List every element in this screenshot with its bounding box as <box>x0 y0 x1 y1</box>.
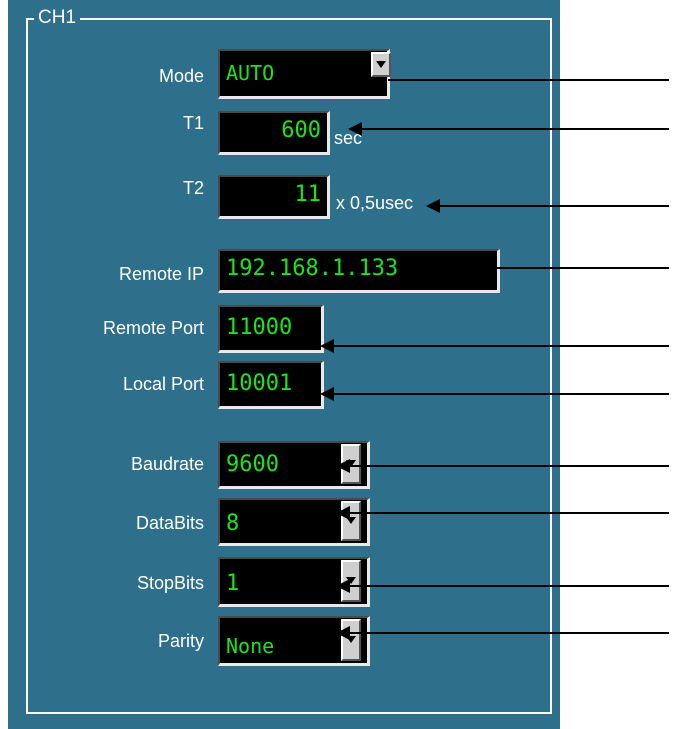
arrowhead-icon <box>336 626 350 640</box>
callout-line-baudrate <box>336 459 669 473</box>
arrowhead-icon <box>320 387 334 401</box>
arrowhead-icon <box>336 459 350 473</box>
arrowhead-icon <box>426 199 440 213</box>
channel-panel: CH1 Mode AUTO T1 600 sec T2 11 x 0,5usec… <box>8 0 560 729</box>
t1-field[interactable]: 600 <box>218 111 330 155</box>
t2-label: T2 <box>182 178 204 198</box>
callout-line-databits <box>336 506 669 520</box>
callout-line-local-port <box>320 387 669 401</box>
stopbits-label: StopBits <box>136 573 204 593</box>
group-title: CH1 <box>34 6 81 30</box>
callout-line-t1 <box>348 122 669 136</box>
t2-field[interactable]: 11 <box>218 175 330 219</box>
arrowhead-icon <box>348 122 362 136</box>
arrowhead-icon <box>336 579 350 593</box>
baudrate-label: Baudrate <box>130 454 204 474</box>
callout-line-remote-port <box>320 339 669 353</box>
callout-line-stopbits <box>336 579 669 593</box>
callout-line-parity <box>336 626 669 640</box>
parity-label: Parity <box>157 631 204 651</box>
callout-line-remote-ip <box>492 267 669 269</box>
t1-label: T1 <box>182 113 204 133</box>
local-port-field[interactable]: 10001 <box>218 361 324 409</box>
databits-label: DataBits <box>135 513 204 533</box>
remote-port-field[interactable]: 11000 <box>218 305 324 353</box>
mode-select[interactable]: AUTO <box>218 49 390 99</box>
t2-unit: x 0,5usec <box>336 193 414 213</box>
mode-dropdown-button[interactable] <box>371 52 391 77</box>
remote-ip-field[interactable]: 192.168.1.133 <box>218 249 500 293</box>
callout-line-mode <box>388 79 669 81</box>
arrowhead-icon <box>336 506 350 520</box>
remote-ip-label: Remote IP <box>118 264 204 284</box>
chevron-down-icon <box>376 60 386 68</box>
mode-label: Mode <box>158 66 204 86</box>
callout-line-t2 <box>426 199 669 213</box>
local-port-label: Local Port <box>122 374 204 394</box>
remote-port-label: Remote Port <box>102 318 204 338</box>
arrowhead-icon <box>320 339 334 353</box>
